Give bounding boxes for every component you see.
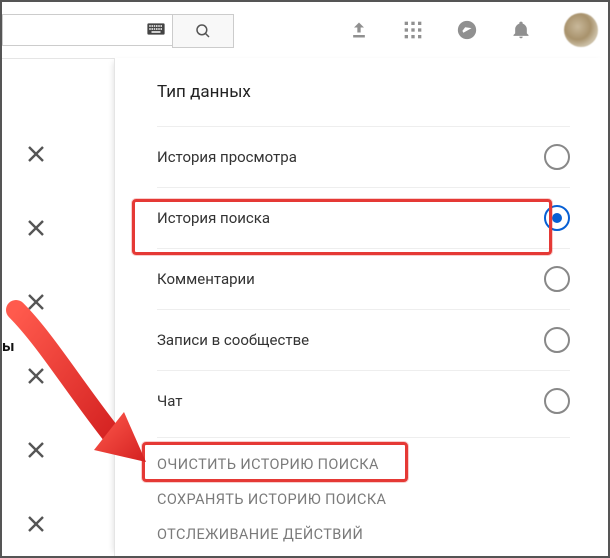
option-label: Чат: [157, 392, 183, 410]
radio-icon: [544, 327, 570, 353]
notifications-button[interactable]: [510, 19, 532, 41]
apps-grid-icon: [403, 20, 423, 40]
action-clear-search-history[interactable]: ОЧИСТИТЬ ИСТОРИЮ ПОИСКА: [157, 456, 379, 473]
keyboard-icon[interactable]: [147, 22, 165, 36]
close-icon[interactable]: [24, 512, 48, 536]
close-icon[interactable]: [24, 438, 48, 462]
section-title: Тип данных: [157, 82, 570, 102]
upload-button[interactable]: [348, 19, 370, 41]
avatar[interactable]: [564, 13, 598, 47]
bell-icon: [511, 19, 531, 41]
upload-icon: [349, 20, 369, 40]
close-icon[interactable]: [24, 364, 48, 388]
option-chat[interactable]: Чат: [157, 370, 570, 431]
messages-button[interactable]: [456, 19, 478, 41]
close-icon[interactable]: [24, 216, 48, 240]
action-manage-activity[interactable]: ОТСЛЕЖИВАНИЕ ДЕЙСТВИЙ: [157, 526, 363, 543]
history-settings-panel: Тип данных История просмотра История пои…: [114, 58, 608, 556]
top-bar: [2, 2, 608, 59]
radio-icon: [544, 388, 570, 414]
option-comments[interactable]: Комментарии: [157, 248, 570, 309]
search-icon: [194, 22, 212, 40]
radio-icon: [544, 144, 570, 170]
option-label: Записи в сообществе: [157, 331, 309, 349]
action-pause-search-history[interactable]: СОХРАНЯТЬ ИСТОРИЮ ПОИСКА: [157, 491, 386, 508]
radio-icon: [544, 266, 570, 292]
close-icon[interactable]: [24, 142, 48, 166]
option-watch-history[interactable]: История просмотра: [157, 126, 570, 187]
option-label: История просмотра: [157, 148, 297, 166]
actions-list: ОЧИСТИТЬ ИСТОРИЮ ПОИСКА СОХРАНЯТЬ ИСТОРИ…: [157, 437, 570, 543]
history-delete-column: [24, 142, 48, 536]
messages-icon: [456, 19, 478, 41]
search-button[interactable]: [172, 14, 234, 48]
radio-icon: [544, 205, 570, 231]
option-community-posts[interactable]: Записи в сообществе: [157, 309, 570, 370]
search-bar: [2, 14, 234, 46]
option-label: Комментарии: [157, 270, 255, 288]
close-icon[interactable]: [24, 290, 48, 314]
cut-off-text: ы: [2, 337, 14, 355]
option-search-history[interactable]: История поиска: [157, 187, 570, 248]
top-icons: [348, 2, 598, 58]
apps-button[interactable]: [402, 19, 424, 41]
option-label: История поиска: [157, 209, 270, 227]
